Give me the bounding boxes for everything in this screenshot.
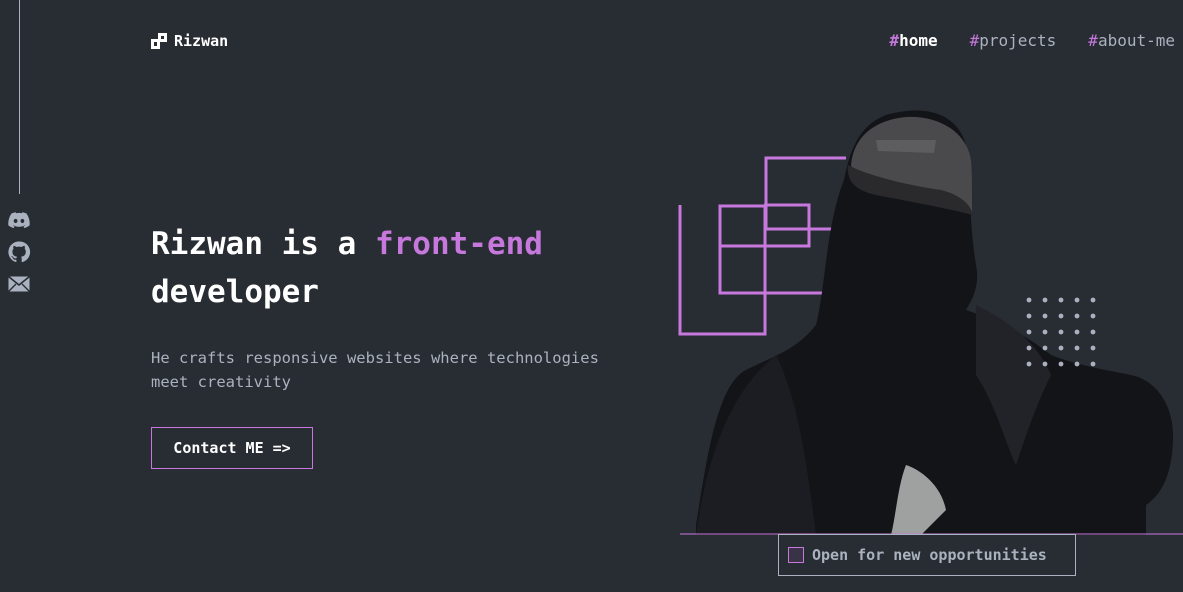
logo-icon xyxy=(151,33,167,49)
email-icon[interactable] xyxy=(7,272,31,296)
status-badge: Open for new opportunities xyxy=(778,534,1076,576)
status-square-icon xyxy=(788,547,804,563)
hero-illustration xyxy=(678,110,1183,535)
hero-subline: He crafts responsive websites where tech… xyxy=(151,349,599,391)
social-links xyxy=(7,208,31,296)
nav-label: about-me xyxy=(1097,31,1175,50)
nav-label: home xyxy=(899,31,938,50)
brand-name: Rizwan xyxy=(174,32,229,50)
headline-accent: front-end xyxy=(374,226,543,262)
nav-item-about-me[interactable]: #about-me xyxy=(1088,31,1175,50)
headline-end: developer xyxy=(151,274,319,310)
github-icon[interactable] xyxy=(7,240,31,264)
nav-item-projects[interactable]: #projects xyxy=(970,31,1057,50)
discord-icon[interactable] xyxy=(7,208,31,232)
contact-button[interactable]: Contact ME => xyxy=(151,427,313,469)
main-nav: #home #projects #about-me xyxy=(889,31,1175,50)
nav-hash: # xyxy=(1088,31,1098,50)
nav-item-home[interactable]: #home xyxy=(889,31,937,50)
nav-hash: # xyxy=(969,31,980,50)
nav-hash: # xyxy=(889,31,900,50)
nav-label: projects xyxy=(979,31,1057,50)
status-text: Open for new opportunities xyxy=(812,546,1047,564)
hero-headline: Rizwan is a front-end developer xyxy=(151,220,671,316)
headline-start: Rizwan is a xyxy=(151,226,375,262)
hero-image xyxy=(676,105,1183,535)
brand-logo[interactable]: Rizwan xyxy=(151,32,228,50)
side-divider-line xyxy=(19,0,20,194)
